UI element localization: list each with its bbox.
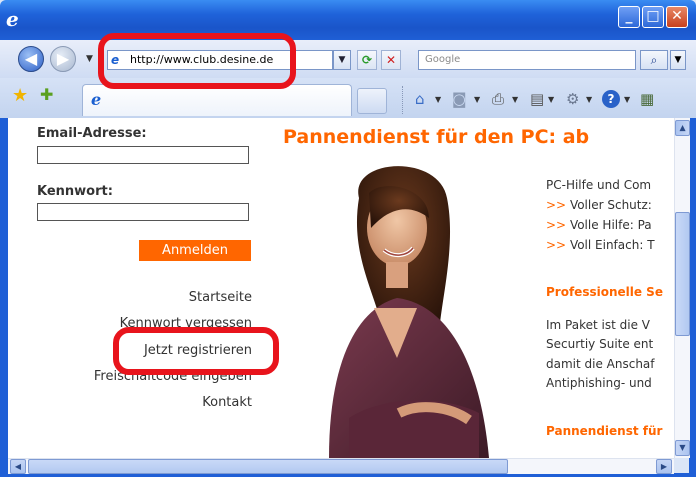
new-tab-button[interactable] <box>357 88 387 114</box>
search-input[interactable]: Google <box>418 50 636 70</box>
password-field[interactable] <box>37 203 249 221</box>
nav-link-home[interactable]: Startseite <box>189 290 252 305</box>
address-highlight-ring <box>98 33 296 89</box>
tools-dropdown-icon[interactable]: ▼ <box>586 95 592 104</box>
feeds-icon[interactable]: ◙ <box>452 88 467 110</box>
toolbar-separator <box>402 86 404 114</box>
bullet-arrow: >> <box>546 238 567 252</box>
scroll-up-icon[interactable]: ▼ <box>675 120 690 136</box>
page-dropdown-icon[interactable]: ▼ <box>548 95 554 104</box>
paragraph-line: Antiphishing- und <box>546 376 652 390</box>
woman-photo <box>329 166 489 458</box>
paragraph-line: Im Paket ist die V <box>546 318 650 332</box>
password-label: Kennwort: <box>37 184 113 199</box>
feeds-dropdown-icon[interactable]: ▼ <box>474 95 480 104</box>
page-menu-icon[interactable]: ▤ <box>530 88 544 110</box>
forward-button[interactable]: ▶ <box>50 46 76 72</box>
paragraph-line: damit die Anschaf <box>546 357 655 371</box>
refresh-button[interactable]: ⟳ <box>357 50 377 70</box>
search-icon[interactable]: ⌕ <box>640 50 668 70</box>
horizontal-scroll-thumb[interactable] <box>28 459 508 474</box>
email-field[interactable] <box>37 146 249 164</box>
bullet-arrow: >> <box>546 218 567 232</box>
help-dropdown-icon[interactable]: ▼ <box>624 95 630 104</box>
horizontal-scrollbar[interactable]: ◀ ▶ <box>8 458 674 474</box>
home-icon[interactable]: ⌂ <box>415 88 425 110</box>
recent-pages-dropdown-icon[interactable]: ▼ <box>86 54 93 64</box>
print-dropdown-icon[interactable]: ▼ <box>512 95 518 104</box>
search-placeholder: Google <box>425 54 461 65</box>
research-icon[interactable]: ▦ <box>640 88 654 110</box>
bullet-item: >> Voller Schutz: <box>546 198 652 212</box>
register-highlight-ring <box>113 327 279 375</box>
home-dropdown-icon[interactable]: ▼ <box>435 95 441 104</box>
favorites-star-icon[interactable]: ★ <box>12 85 28 106</box>
print-icon[interactable]: ⎙ <box>492 88 504 110</box>
search-dropdown-icon[interactable]: ▼ <box>670 50 686 70</box>
paragraph-line: Securtiy Suite ent <box>546 337 654 351</box>
vertical-scrollbar[interactable]: ▼ ▼ <box>674 118 690 458</box>
scroll-right-icon[interactable]: ▶ <box>656 459 672 474</box>
email-label: Email-Adresse: <box>37 126 147 141</box>
tools-icon[interactable]: ⚙ <box>566 88 579 110</box>
section-heading: Professionelle Se <box>546 285 663 299</box>
help-icon[interactable]: ? <box>602 90 620 108</box>
browser-window: e _ □ ✕ ◀ ▶ ▼ e http://www.club.desine.d… <box>0 0 696 477</box>
page-content: Email-Adresse: Kennwort: Anmelden Starts… <box>8 118 674 458</box>
address-dropdown-icon[interactable]: ▼ <box>333 50 351 70</box>
stop-button[interactable]: ✕ <box>381 50 401 70</box>
login-button[interactable]: Anmelden <box>139 240 251 261</box>
ie-logo-icon: e <box>6 7 19 31</box>
minimize-button[interactable]: _ <box>618 6 640 28</box>
tab-page-icon: e <box>91 90 102 109</box>
bullet-text: Volle Hilfe: Pa <box>569 218 652 232</box>
back-button[interactable]: ◀ <box>18 46 44 72</box>
bullet-text: Voller Schutz: <box>569 198 652 212</box>
bullet-item: >> Voll Einfach: T <box>546 238 655 252</box>
nav-link-contact[interactable]: Kontakt <box>202 395 252 410</box>
section-heading: Pannendienst für <box>546 424 663 438</box>
title-bar: e _ □ ✕ <box>0 0 696 40</box>
add-favorite-icon[interactable]: ✚ <box>40 85 53 104</box>
scroll-left-icon[interactable]: ◀ <box>10 459 26 474</box>
vertical-scroll-thumb[interactable] <box>675 212 690 336</box>
bullet-item: >> Volle Hilfe: Pa <box>546 218 652 232</box>
window-frame-left <box>0 118 8 477</box>
window-frame-right <box>689 118 696 477</box>
page-headline: Pannendienst für den PC: ab <box>283 126 590 148</box>
bullet-text: Voll Einfach: T <box>569 238 655 252</box>
scroll-down-icon[interactable]: ▼ <box>675 440 690 456</box>
close-button[interactable]: ✕ <box>666 6 688 28</box>
intro-text: PC-Hilfe und Com <box>546 178 652 192</box>
bullet-arrow: >> <box>546 198 567 212</box>
maximize-button[interactable]: □ <box>642 6 664 28</box>
